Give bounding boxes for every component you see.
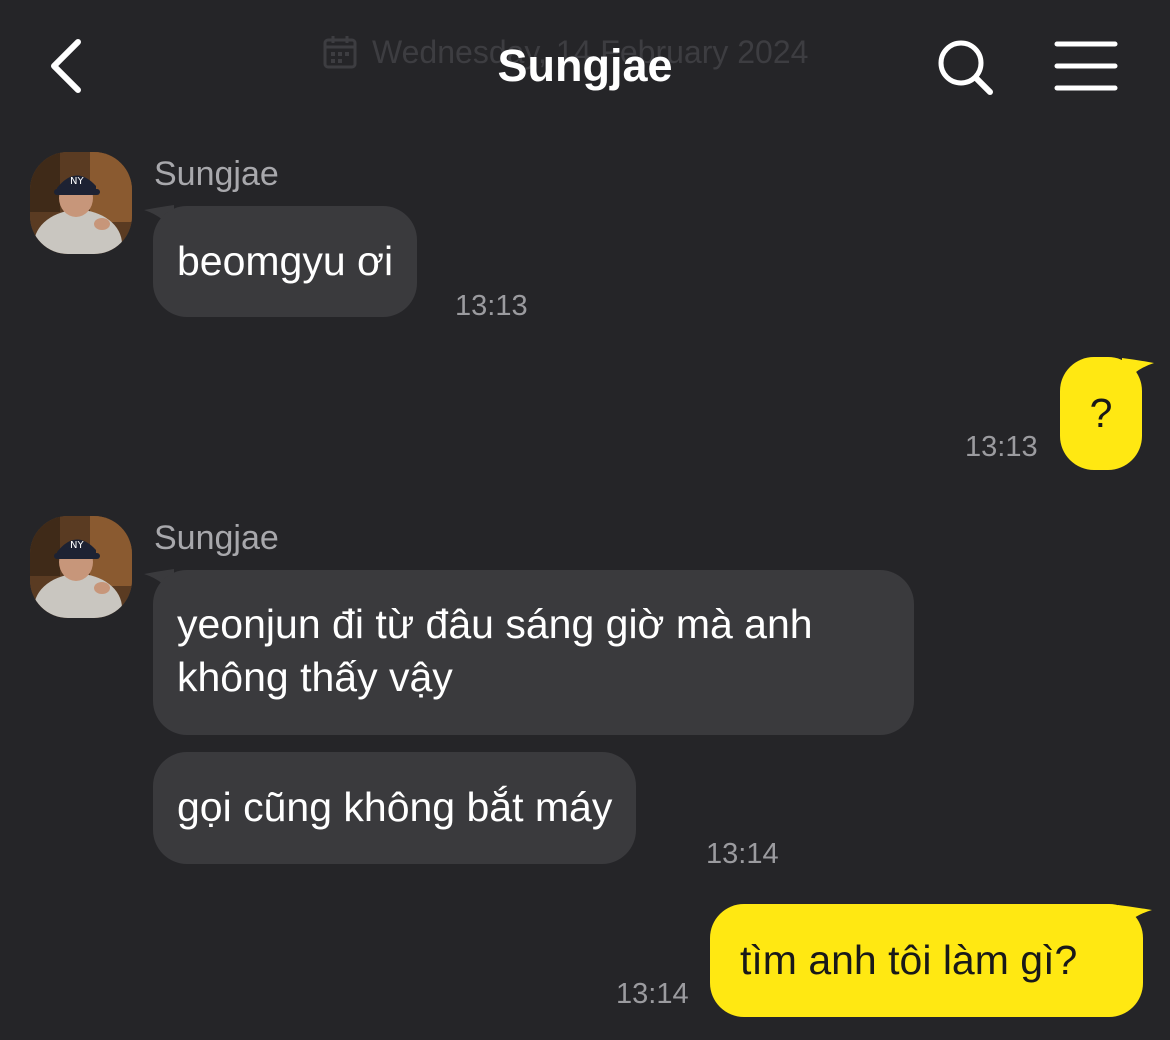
profile-photo: NY xyxy=(30,152,132,254)
avatar[interactable]: NY xyxy=(30,516,132,618)
message-bubble-outgoing[interactable]: ? xyxy=(1060,357,1142,470)
search-button[interactable] xyxy=(934,36,996,98)
chat-title: Sungjae xyxy=(497,40,673,91)
message-timestamp: 13:14 xyxy=(706,838,779,870)
message-bubble-outgoing[interactable]: tìm anh tôi làm gì? xyxy=(710,904,1143,1017)
message-bubble-incoming[interactable]: gọi cũng không bắt máy xyxy=(153,752,637,864)
message-text: tìm anh tôi làm gì? xyxy=(740,937,1078,983)
svg-text:NY: NY xyxy=(70,540,84,551)
message-text-line: không thấy vậy xyxy=(177,654,453,700)
avatar[interactable]: NY xyxy=(30,152,132,254)
message-timestamp: 13:13 xyxy=(965,431,1038,463)
message-text-line: yeonjun đi từ đâu sáng giờ mà anh xyxy=(177,601,813,647)
search-icon xyxy=(938,40,993,95)
hamburger-menu-icon xyxy=(1054,41,1118,91)
message-text: beomgyu ơi xyxy=(177,238,394,284)
message-text: gọi cũng không bắt máy xyxy=(177,784,613,830)
profile-photo: NY xyxy=(30,516,132,618)
sender-name: Sungjae xyxy=(154,519,279,557)
sender-name: Sungjae xyxy=(154,155,279,193)
chevron-left-icon xyxy=(51,39,81,93)
message-bubble-incoming[interactable]: beomgyu ơi xyxy=(153,206,418,317)
message-timestamp: 13:14 xyxy=(616,978,689,1010)
calendar-icon xyxy=(323,36,357,69)
back-button[interactable] xyxy=(40,34,96,98)
menu-button[interactable] xyxy=(1052,38,1122,94)
message-bubble-incoming[interactable]: yeonjun đi từ đâu sáng giờ mà anh không … xyxy=(153,570,914,735)
message-timestamp: 13:13 xyxy=(455,290,528,322)
svg-text:NY: NY xyxy=(70,176,84,187)
message-text: ? xyxy=(1089,390,1113,436)
